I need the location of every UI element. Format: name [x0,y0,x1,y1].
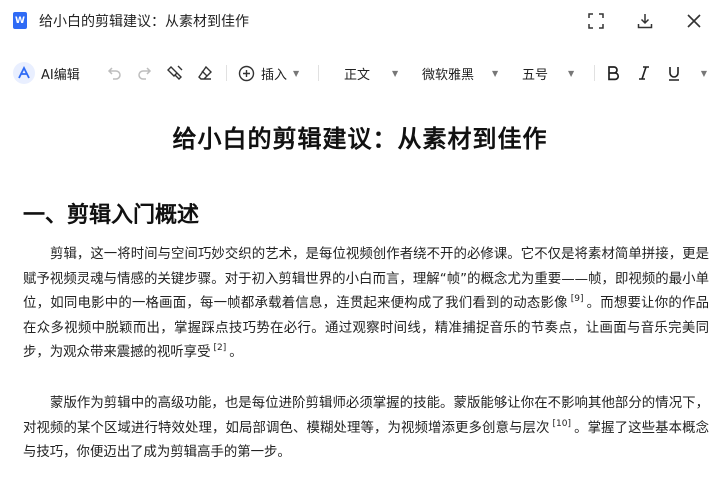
format-painter-icon [167,65,183,80]
undo-icon [107,67,121,80]
word-doc-icon: W [13,12,27,29]
insert-label: 插入 [261,67,288,83]
chevron-down-icon: ▼ [293,68,300,78]
citation-ref[interactable]: [10] [550,419,574,429]
citation-ref[interactable]: [2] [210,343,229,353]
download-button[interactable] [632,8,658,34]
italic-icon [639,66,649,80]
paragraph-style-select[interactable]: 正文 ▼ [344,56,398,90]
insert-menu[interactable]: 插入 ▼ [238,56,299,90]
ai-edit-label: AI编辑 [41,67,80,83]
font-family-select[interactable]: 微软雅黑 ▼ [422,56,498,90]
download-icon [637,14,653,29]
chevron-down-icon: ▼ [492,68,499,78]
underline-button[interactable] [664,56,684,90]
underline-icon [669,67,679,81]
chevron-down-icon: ▼ [700,68,708,78]
toolbar-divider [318,65,319,81]
font-size-value: 五号 [522,67,549,83]
undo-button[interactable] [104,56,126,90]
font-size-select[interactable]: 五号 ▼ [522,56,574,90]
more-formatting-button[interactable]: ▼ [694,56,714,90]
format-painter-button[interactable] [164,56,186,90]
paragraph-1: 剪辑，这一将时间与空间巧妙交织的艺术，是每位视频创作者绕不开的必修课。它不仅是将… [23,243,709,366]
font-family-value: 微软雅黑 [422,67,475,83]
paragraph-1-text-c: 。 [229,345,243,361]
chevron-down-icon: ▼ [568,68,575,78]
chevron-down-icon: ▼ [392,68,399,78]
toolbar-divider [226,65,227,81]
redo-button[interactable] [133,56,155,90]
redo-icon [138,67,152,80]
paragraph-2: 蒙版作为剪辑中的高级功能，也是每位进阶剪辑师必须掌握的技能。蒙版能够让你在不影响… [23,392,709,466]
ai-logo-icon [13,62,35,84]
ai-edit-button[interactable]: AI编辑 [13,56,80,90]
document-title: 给小白的剪辑建议：从素材到佳作 [172,125,548,153]
italic-button[interactable] [634,56,654,90]
editor-toolbar: AI编辑 插入 ▼ 正文 ▼ 微软雅黑 ▼ 五号 ▼ ▼ [0,56,720,90]
document-body[interactable]: 给小白的剪辑建议：从素材到佳作 一、剪辑入门概述 剪辑，这一将时间与空间巧妙交织… [0,90,720,477]
plus-circle-icon [238,65,255,81]
doc-icon-letter: W [15,15,25,26]
clear-format-button[interactable] [194,56,216,90]
paragraph-style-value: 正文 [344,67,371,83]
section-heading: 一、剪辑入门概述 [23,203,200,228]
title-bar: W 给小白的剪辑建议：从素材到佳作 [0,0,720,42]
toolbar-divider [594,65,595,81]
bold-button[interactable] [603,56,623,90]
fullscreen-icon [588,13,604,29]
eraser-icon [198,65,212,80]
close-button[interactable] [681,8,707,34]
window-title: 给小白的剪辑建议：从素材到佳作 [39,14,249,30]
fullscreen-button[interactable] [583,8,609,34]
bold-icon [608,66,619,81]
close-icon [687,14,701,28]
citation-ref[interactable]: [9] [568,294,587,304]
